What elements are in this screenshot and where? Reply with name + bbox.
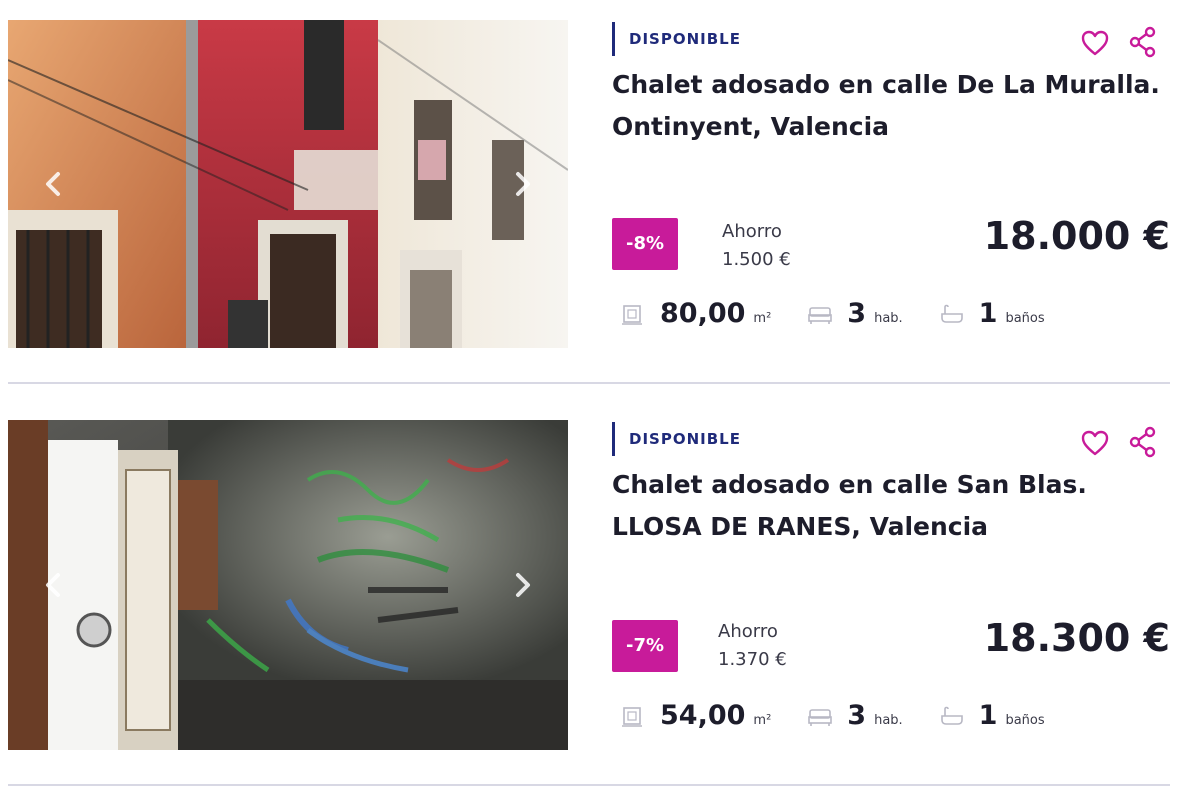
feature-baths: 1 baños — [939, 700, 1045, 731]
feature-rooms: 3 hab. — [807, 298, 903, 329]
rooms-unit: hab. — [874, 311, 903, 326]
heart-icon — [1081, 30, 1109, 56]
savings-label: Ahorro — [722, 221, 782, 242]
area-icon — [620, 704, 646, 728]
price: 18.000 € — [983, 214, 1170, 258]
rooms-value: 3 — [847, 700, 867, 731]
listing-title-line2: Ontinyent, Valencia — [612, 112, 890, 141]
listing-title-line1: Chalet adosado en calle San Blas. — [612, 470, 1087, 499]
features-row: 54,00 m² 3 hab. 1 baños — [620, 700, 1081, 731]
savings-info: Ahorro 1.500 € — [722, 218, 791, 274]
carousel-next-button[interactable] — [504, 567, 540, 603]
carousel-next-button[interactable] — [504, 166, 540, 202]
share-button[interactable] — [1128, 26, 1158, 58]
chevron-left-icon — [46, 573, 60, 597]
listing-title-line2: LLOSA DE RANES, Valencia — [612, 512, 989, 541]
property-photo[interactable] — [8, 420, 568, 750]
listing-title[interactable]: Chalet adosado en calle De La Muralla. O… — [612, 64, 1192, 148]
carousel-prev-button[interactable] — [36, 567, 72, 603]
carousel-prev-button[interactable] — [36, 166, 72, 202]
baths-unit: baños — [1005, 713, 1045, 728]
bed-icon — [807, 302, 833, 326]
savings-amount: 1.370 € — [718, 649, 787, 670]
baths-value: 1 — [978, 700, 998, 731]
baths-value: 1 — [978, 298, 998, 329]
bathtub-icon — [939, 302, 965, 326]
property-photo[interactable] — [8, 20, 568, 348]
heart-icon — [1081, 430, 1109, 456]
share-button[interactable] — [1128, 426, 1158, 458]
area-value: 80,00 — [660, 298, 746, 329]
listing-title-line1: Chalet adosado en calle De La Muralla. — [612, 70, 1160, 99]
share-icon — [1129, 426, 1156, 458]
feature-area: 80,00 m² — [620, 298, 771, 329]
listing-card[interactable]: DISPONIBLE Chalet adosado en calle San B… — [0, 400, 1200, 786]
area-value: 54,00 — [660, 700, 746, 731]
share-icon — [1129, 26, 1156, 58]
bed-icon — [807, 704, 833, 728]
listing-title[interactable]: Chalet adosado en calle San Blas. LLOSA … — [612, 464, 1192, 548]
favorite-button[interactable] — [1080, 428, 1110, 458]
status-badge: DISPONIBLE — [612, 422, 741, 456]
features-row: 80,00 m² 3 hab. 1 baños — [620, 298, 1081, 329]
chevron-right-icon — [516, 573, 530, 597]
savings-label: Ahorro — [718, 621, 778, 642]
favorite-button[interactable] — [1080, 28, 1110, 58]
discount-badge: -7% — [612, 620, 678, 672]
discount-badge: -8% — [612, 218, 678, 270]
property-photo-image — [8, 420, 568, 750]
area-unit: m² — [753, 311, 772, 326]
property-photo-image — [8, 20, 568, 348]
status-badge: DISPONIBLE — [612, 22, 741, 56]
rooms-unit: hab. — [874, 713, 903, 728]
feature-baths: 1 baños — [939, 298, 1045, 329]
bathtub-icon — [939, 704, 965, 728]
divider — [8, 382, 1170, 384]
area-icon — [620, 302, 646, 326]
feature-rooms: 3 hab. — [807, 700, 903, 731]
baths-unit: baños — [1005, 311, 1045, 326]
area-unit: m² — [753, 713, 772, 728]
rooms-value: 3 — [847, 298, 867, 329]
chevron-left-icon — [46, 172, 60, 196]
price: 18.300 € — [983, 616, 1170, 660]
chevron-right-icon — [516, 172, 530, 196]
listing-card[interactable]: DISPONIBLE Chalet adosado en calle De La… — [0, 0, 1200, 400]
savings-amount: 1.500 € — [722, 249, 791, 270]
savings-info: Ahorro 1.370 € — [718, 618, 787, 674]
feature-area: 54,00 m² — [620, 700, 771, 731]
